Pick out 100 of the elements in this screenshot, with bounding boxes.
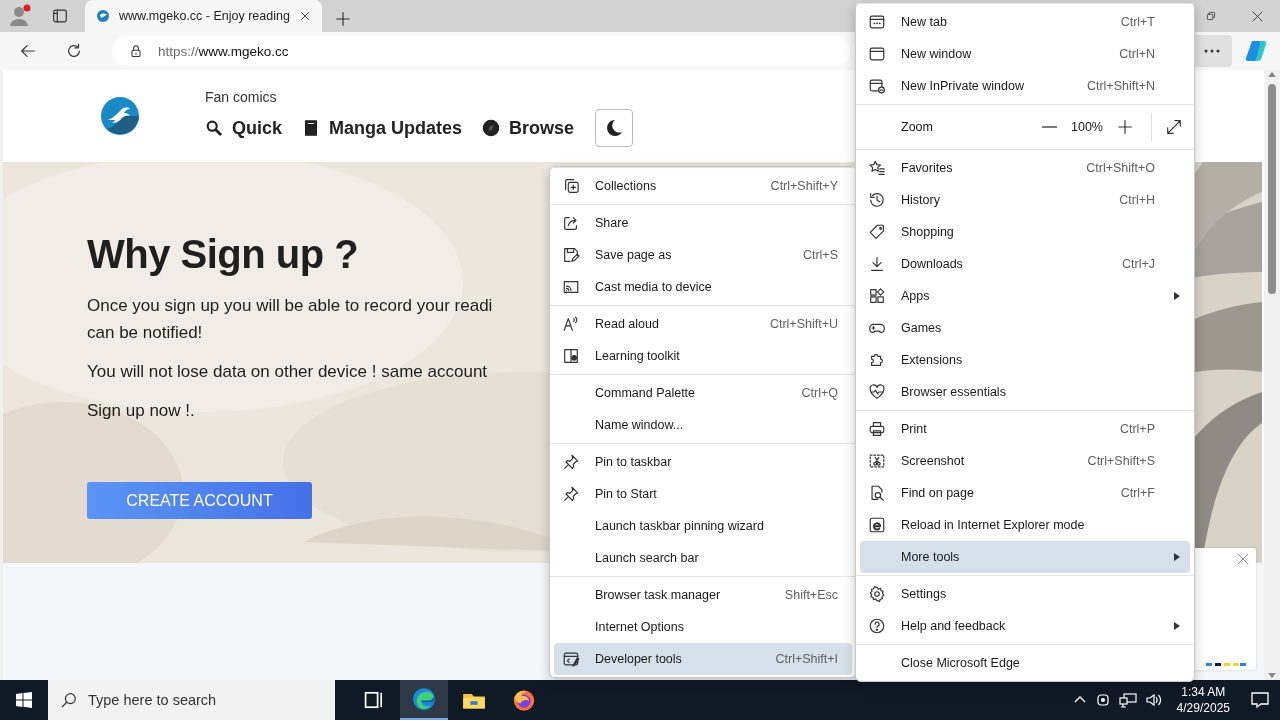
site-tagline: Fan comics: [205, 89, 278, 105]
paragraph: Once you sign up you will be able to record your readi can be notified!: [87, 295, 493, 344]
search-field[interactable]: Type here to search: [48, 680, 335, 720]
close-ad-button[interactable]: [1236, 552, 1250, 566]
tab-actions-icon[interactable]: [51, 7, 69, 25]
nav-link[interactable]: Manga Updates: [302, 117, 463, 139]
download-icon: [868, 255, 886, 273]
menu-item[interactable]: Browser essentials: [860, 376, 1190, 408]
paragraph: You will not lose data on other device ! same account: [87, 361, 488, 383]
copilot-icon: [1244, 39, 1268, 63]
nav-link[interactable]: Browse: [482, 117, 575, 139]
caret-icon: [1174, 622, 1180, 630]
menu-item[interactable]: Favorites Ctrl+Shift+O: [860, 152, 1190, 184]
menu-item[interactable]: New tab Ctrl+T: [860, 6, 1190, 38]
nav-link[interactable]: Quick: [205, 117, 283, 139]
menu-item[interactable]: Close Microsoft Edge: [860, 647, 1190, 679]
settings-icon: [868, 585, 886, 603]
firefox-icon: [512, 688, 536, 712]
plus-icon: [1116, 118, 1134, 136]
menu-item[interactable]: Downloads Ctrl+J: [860, 248, 1190, 280]
caret-icon: [1174, 292, 1180, 300]
menu-item[interactable]: Reload in Internet Explorer mode: [860, 509, 1190, 541]
menu-item[interactable]: Internet Options: [554, 611, 852, 643]
pin-icon: [562, 453, 580, 471]
paragraph: Sign up now !.: [87, 400, 195, 422]
find-icon: [868, 484, 886, 502]
edge-icon: [412, 687, 436, 711]
learning-icon: [562, 347, 580, 365]
create-account-button[interactable]: CREATE ACCOUNT: [87, 482, 312, 519]
clock[interactable]: 1:34 AM 4/29/2025: [1176, 684, 1230, 716]
address-field[interactable]: https://www.mgeko.cc: [112, 36, 850, 66]
volume-icon[interactable]: [1144, 692, 1163, 708]
expand-icon: [1165, 118, 1183, 136]
tab-icon: [868, 13, 886, 31]
menu-item[interactable]: Pin to Start: [554, 478, 852, 510]
menu-item[interactable]: Pin to taskbar: [554, 446, 852, 478]
menu-item[interactable]: Learning toolkit: [554, 340, 852, 372]
close-icon: [298, 9, 312, 23]
network-icon[interactable]: [1118, 692, 1137, 708]
menu-item[interactable]: New InPrivate window Ctrl+Shift+N: [860, 70, 1190, 102]
windows-logo-icon: [16, 692, 32, 708]
menu-item[interactable]: Save page as Ctrl+S: [554, 239, 852, 271]
menu-item[interactable]: Games: [860, 312, 1190, 344]
share-icon: [562, 214, 580, 232]
more-icon: [1204, 49, 1220, 53]
restore-icon: [1205, 10, 1217, 22]
compass-icon: [482, 119, 501, 137]
plus-icon: [334, 10, 352, 28]
hero-title: Why Sign up ?: [87, 232, 359, 276]
profile-icon[interactable]: [7, 3, 33, 29]
menu-item[interactable]: Collections Ctrl+Shift+Y: [554, 170, 852, 202]
menu-item[interactable]: Shopping: [860, 216, 1190, 248]
menu-item[interactable]: Print Ctrl+P: [860, 413, 1190, 445]
menu-item[interactable]: Developer tools Ctrl+Shift+I: [554, 643, 852, 675]
reload-icon: [65, 42, 83, 60]
ad-stripes-drawing: [1206, 663, 1246, 666]
pin-icon: [562, 485, 580, 503]
minus-icon: [1041, 126, 1057, 128]
back-arrow-icon: [19, 42, 37, 60]
close-icon: [1250, 9, 1264, 23]
taskbar-app-button[interactable]: [400, 680, 448, 720]
menu-item[interactable]: Cast media to device: [554, 271, 852, 303]
lock-icon: [128, 43, 144, 59]
menu-item[interactable]: Launch search bar: [554, 542, 852, 574]
menu-item[interactable]: Settings: [860, 578, 1190, 610]
help-icon: [868, 617, 886, 635]
menu-item[interactable]: Extensions: [860, 344, 1190, 376]
menu-item[interactable]: History Ctrl+H: [860, 184, 1190, 216]
menu-item[interactable]: More tools: [860, 541, 1190, 573]
menu-item[interactable]: Help and feedback: [860, 610, 1190, 642]
menu-item[interactable]: Launch taskbar pinning wizard: [554, 510, 852, 542]
caret-icon: [1174, 553, 1180, 561]
menu-item[interactable]: Share: [554, 207, 852, 239]
camera-icon[interactable]: [1094, 692, 1111, 708]
notification-icon: [1250, 690, 1270, 710]
theme-toggle-button[interactable]: [595, 109, 634, 147]
menu-item[interactable]: Screenshot Ctrl+Shift+S: [860, 445, 1190, 477]
menu-item[interactable]: Browser task manager Shift+Esc: [554, 579, 852, 611]
menu-item[interactable]: Command Palette Ctrl+Q: [554, 377, 852, 409]
site-logo[interactable]: [100, 96, 140, 136]
menu-item[interactable]: Find on page Ctrl+F: [860, 477, 1190, 509]
collections-icon: [562, 177, 580, 195]
scrollbar-thumb[interactable]: [1268, 84, 1276, 294]
zoom-label: Zoom: [901, 120, 934, 134]
close-icon: [1236, 552, 1250, 566]
screenshot-icon: [868, 452, 886, 470]
menu-item[interactable]: Read aloud Ctrl+Shift+U: [554, 308, 852, 340]
devtools-icon: [562, 650, 580, 668]
save-icon: [562, 246, 580, 264]
menu-item[interactable]: New window Ctrl+N: [860, 38, 1190, 70]
browser-tab[interactable]: www.mgeko.cc - Enjoy reading: [85, 0, 322, 32]
clock-icon: [868, 191, 886, 209]
ie-mode-icon: [868, 516, 886, 534]
site-favicon: [97, 10, 109, 22]
zoom-level: 100%: [1070, 120, 1104, 134]
private-window-icon: [868, 77, 886, 95]
menu-item[interactable]: Apps: [860, 280, 1190, 312]
star-icon: [868, 159, 886, 177]
puzzle-icon: [868, 351, 886, 369]
menu-item[interactable]: Name window...: [554, 409, 852, 441]
